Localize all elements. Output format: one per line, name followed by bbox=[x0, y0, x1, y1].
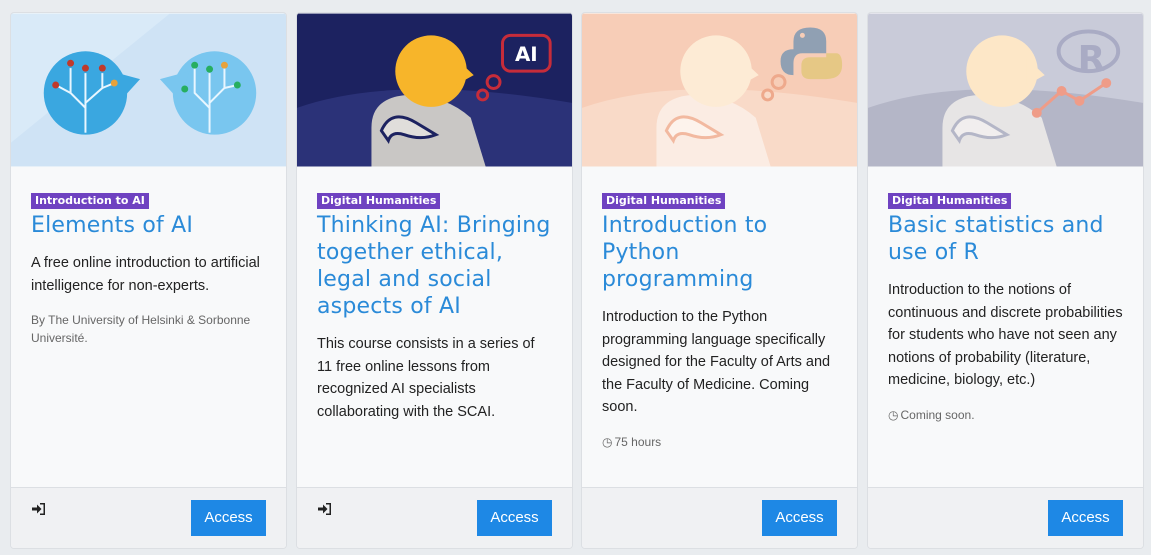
card-body: Digital Humanities Basic statistics and … bbox=[868, 167, 1143, 487]
brain-speech-bubbles-illustration bbox=[11, 13, 286, 167]
card-body: Digital Humanities Introduction to Pytho… bbox=[582, 167, 857, 487]
access-button[interactable]: Access bbox=[762, 500, 837, 536]
sign-in-icon[interactable] bbox=[31, 501, 47, 517]
clock-icon: ◷ bbox=[888, 407, 899, 422]
category-badge[interactable]: Digital Humanities bbox=[888, 193, 1012, 209]
r-logo-label: R bbox=[1078, 39, 1106, 80]
course-title[interactable]: Basic statistics and use of R bbox=[888, 212, 1123, 266]
course-image[interactable] bbox=[582, 13, 857, 167]
card-footer: Access bbox=[582, 487, 857, 548]
course-duration: ◷ 75 hours bbox=[602, 433, 837, 451]
access-button[interactable]: Access bbox=[1048, 500, 1123, 536]
course-status: ◷ Coming soon. bbox=[888, 406, 1123, 424]
card-footer: Access bbox=[11, 487, 286, 548]
course-card-elements-of-ai: Introduction to AI Elements of AI A free… bbox=[10, 12, 287, 549]
access-button[interactable]: Access bbox=[477, 500, 552, 536]
sign-in-icon[interactable] bbox=[317, 501, 333, 517]
course-grid: Introduction to AI Elements of AI A free… bbox=[0, 0, 1151, 555]
course-description: This course consists in a series of 11 f… bbox=[317, 336, 535, 420]
card-body: Introduction to AI Elements of AI A free… bbox=[11, 167, 286, 487]
thinking-figure-illustration: AI bbox=[297, 13, 572, 167]
course-image[interactable]: AI bbox=[297, 13, 572, 167]
ai-label: AI bbox=[515, 43, 538, 66]
card-body: Digital Humanities Thinking AI: Bringing… bbox=[297, 167, 572, 487]
card-footer: Access bbox=[868, 487, 1143, 548]
python-thinking-illustration bbox=[582, 13, 857, 167]
course-description: Introduction to the notions of continuou… bbox=[888, 282, 1123, 389]
statistics-thinking-illustration: R bbox=[868, 13, 1143, 167]
category-badge[interactable]: Digital Humanities bbox=[317, 193, 441, 209]
status-text: Coming soon. bbox=[900, 407, 975, 422]
course-title[interactable]: Introduction to Python programming bbox=[602, 212, 837, 293]
duration-text: 75 hours bbox=[614, 434, 662, 449]
course-card-python: Digital Humanities Introduction to Pytho… bbox=[581, 12, 858, 549]
course-provider: By The University of Helsinki & Sorbonne… bbox=[31, 313, 251, 346]
course-title[interactable]: Elements of AI bbox=[31, 212, 266, 239]
category-badge[interactable]: Digital Humanities bbox=[602, 193, 726, 209]
course-card-statistics-r: R Digital Humanities Basic statistics an… bbox=[867, 12, 1144, 549]
course-description: A free online introduction to artificial… bbox=[31, 255, 260, 294]
category-badge[interactable]: Introduction to AI bbox=[31, 193, 149, 209]
course-title[interactable]: Thinking AI: Bringing together ethical, … bbox=[317, 212, 552, 320]
card-footer: Access bbox=[297, 487, 572, 548]
course-image[interactable] bbox=[11, 13, 286, 167]
access-button[interactable]: Access bbox=[191, 500, 266, 536]
clock-icon: ◷ bbox=[602, 434, 613, 449]
course-image[interactable]: R bbox=[868, 13, 1143, 167]
course-description: Introduction to the Python programming l… bbox=[602, 309, 831, 416]
course-card-thinking-ai: AI Digital Humanities Thinking AI: Bring… bbox=[296, 12, 573, 549]
